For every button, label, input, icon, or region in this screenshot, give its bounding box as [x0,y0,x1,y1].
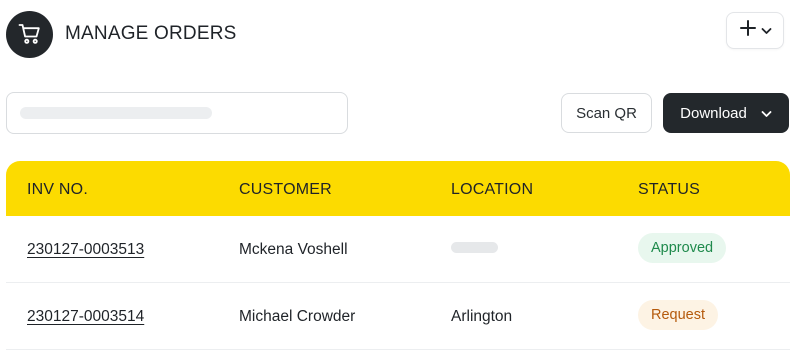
chevron-down-icon [761,105,772,122]
column-header-location[interactable]: LOCATION [451,181,533,199]
invoice-link[interactable]: 230127-0003514 [27,308,144,326]
orders-table: INV NO. CUSTOMER LOCATION STATUS 230127-… [6,161,790,362]
location-placeholder [451,242,498,253]
customer-name: Mckena Voshell [239,241,348,258]
location-text: Arlington [451,308,513,325]
table-row[interactable]: 230127-0003513 Mckena Voshell Approved [6,216,790,283]
scan-qr-button[interactable]: Scan QR [561,93,652,133]
column-header-status[interactable]: STATUS [638,181,700,199]
status-badge: Request [638,300,719,330]
page-title: MANAGE ORDERS [65,23,237,44]
table-row[interactable]: 230127-0003514 Michael Crowder Arlington… [6,283,790,350]
search-input[interactable] [6,92,348,134]
plus-icon [739,19,757,42]
download-button[interactable]: Download [663,93,789,133]
shopping-cart-icon[interactable] [6,10,53,58]
column-header-customer[interactable]: CUSTOMER [239,181,332,199]
customer-name: Michael Crowder [239,308,356,325]
search-placeholder [20,107,212,119]
column-header-inv-no[interactable]: INV NO. [27,181,88,199]
chevron-down-icon [761,22,772,40]
invoice-link[interactable]: 230127-0003513 [27,241,144,259]
page-header: MANAGE ORDERS [6,10,237,58]
table-header: INV NO. CUSTOMER LOCATION STATUS [6,161,790,216]
download-label: Download [680,104,747,122]
add-dropdown-button[interactable] [726,12,784,49]
status-badge: Approved [638,233,727,263]
